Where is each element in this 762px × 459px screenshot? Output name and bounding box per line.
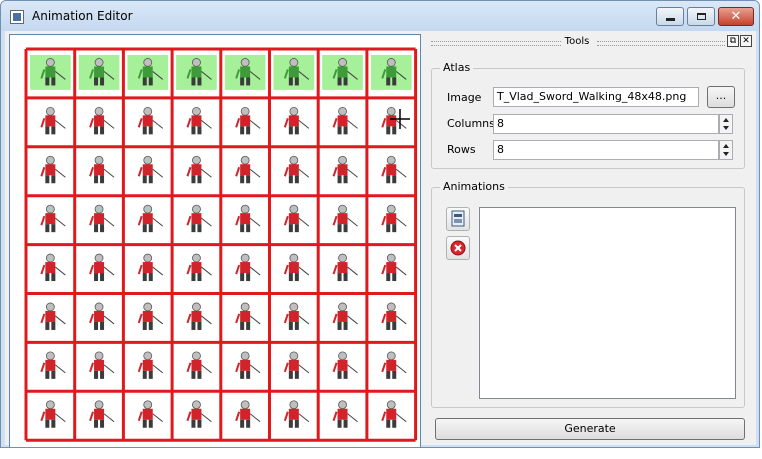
sprite-frame bbox=[89, 400, 115, 428]
sprite-frame bbox=[235, 253, 261, 282]
sprite-frame bbox=[332, 155, 358, 184]
sprite-frame bbox=[381, 400, 407, 428]
add-animation-icon bbox=[451, 210, 465, 227]
sprite-frame bbox=[186, 106, 212, 135]
sprite-frame bbox=[40, 302, 66, 330]
sprite-frame bbox=[381, 204, 407, 233]
sprite-frame bbox=[137, 204, 164, 233]
sprite-frame bbox=[332, 204, 358, 233]
float-icon: ⧉ bbox=[729, 36, 737, 46]
image-path-field[interactable]: T_Vlad_Sword_Walking_48x48.png bbox=[493, 87, 699, 107]
sprite-frame bbox=[332, 253, 358, 282]
columns-spinbox[interactable]: 8 bbox=[493, 114, 719, 134]
columns-label: Columns bbox=[447, 117, 495, 130]
columns-spin-buttons[interactable] bbox=[719, 114, 733, 134]
spin-up-icon bbox=[723, 144, 729, 148]
animation-editor-window: Animation Editor ✕ Tools ⧉ ✕ Atlas Image… bbox=[0, 0, 760, 448]
sprite-frame bbox=[40, 106, 66, 135]
spin-down-icon bbox=[723, 126, 729, 130]
sprite-atlas-canvas[interactable] bbox=[9, 34, 421, 448]
dock-close-button[interactable]: ✕ bbox=[740, 35, 752, 47]
sprite-frame bbox=[89, 351, 115, 379]
sprite-frame bbox=[186, 351, 212, 379]
rows-label: Rows bbox=[447, 143, 476, 156]
sprite-frame bbox=[235, 351, 261, 379]
sprite-frame bbox=[381, 302, 407, 330]
client-area: Tools ⧉ ✕ Atlas Image T_Vlad_Sword_Walki… bbox=[5, 31, 756, 448]
sprite-frame bbox=[40, 155, 66, 184]
sprite-frame bbox=[137, 351, 164, 379]
close-icon: ✕ bbox=[730, 9, 742, 24]
sprite-frame bbox=[283, 204, 310, 233]
sprite-frame bbox=[137, 400, 164, 428]
sprite-frame bbox=[137, 106, 164, 135]
sprite-frame bbox=[235, 155, 261, 184]
sprite-frame bbox=[235, 302, 261, 330]
image-label: Image bbox=[447, 91, 482, 104]
add-animation-button[interactable] bbox=[446, 207, 470, 231]
sprite-frame bbox=[40, 253, 66, 282]
sprite-frame bbox=[137, 155, 164, 184]
sprite-frame bbox=[235, 204, 261, 233]
maximize-button[interactable] bbox=[687, 7, 715, 26]
dock-grip-right bbox=[597, 41, 725, 46]
sprite-frame bbox=[283, 302, 310, 330]
sprite-frame bbox=[332, 106, 358, 135]
animations-list[interactable] bbox=[479, 207, 736, 399]
sprite-frame bbox=[332, 302, 358, 330]
minimize-button[interactable] bbox=[656, 7, 684, 26]
animations-group-title: Animations bbox=[440, 180, 508, 193]
sprite-frame bbox=[40, 400, 66, 428]
remove-animation-icon bbox=[450, 240, 466, 256]
sprite-frame bbox=[283, 253, 310, 282]
generate-button[interactable]: Generate bbox=[435, 418, 745, 440]
sprite-frame bbox=[186, 302, 212, 330]
remove-animation-button[interactable] bbox=[446, 236, 470, 260]
sprite-frame bbox=[381, 106, 407, 135]
sprite-frame bbox=[235, 400, 261, 428]
atlas-group-title: Atlas bbox=[440, 61, 474, 74]
maximize-icon bbox=[696, 13, 706, 20]
sprite-frame bbox=[283, 400, 310, 428]
animations-group: Animations bbox=[431, 180, 745, 408]
sprite-frame bbox=[89, 302, 115, 330]
sprite-frame bbox=[332, 351, 358, 379]
sprite-grid[interactable] bbox=[10, 35, 421, 448]
sprite-frame bbox=[381, 351, 407, 379]
rows-spinbox[interactable]: 8 bbox=[493, 140, 719, 160]
sprite-frame bbox=[332, 400, 358, 428]
sprite-frame bbox=[89, 155, 115, 184]
sprite-frame bbox=[235, 106, 261, 135]
sprite-frame bbox=[186, 400, 212, 428]
rows-spin-buttons[interactable] bbox=[719, 140, 733, 160]
sprite-frame bbox=[186, 204, 212, 233]
sprite-frame bbox=[283, 106, 310, 135]
browse-image-button[interactable]: ... bbox=[707, 86, 735, 108]
tools-dock-titlebar[interactable]: Tools ⧉ ✕ bbox=[427, 34, 752, 50]
sprite-frame bbox=[40, 204, 66, 233]
close-button[interactable]: ✕ bbox=[718, 7, 754, 26]
title-bar[interactable]: Animation Editor ✕ bbox=[1, 1, 759, 31]
minimize-icon bbox=[665, 18, 675, 21]
sprite-frame bbox=[89, 106, 115, 135]
spin-up-icon bbox=[723, 118, 729, 122]
sprite-frame bbox=[186, 253, 212, 282]
sprite-frame bbox=[89, 204, 115, 233]
sprite-frame bbox=[283, 155, 310, 184]
sprite-frame bbox=[137, 302, 164, 330]
sprite-frame bbox=[381, 155, 407, 184]
dock-float-button[interactable]: ⧉ bbox=[727, 35, 739, 47]
dock-close-icon: ✕ bbox=[742, 36, 750, 46]
spin-down-icon bbox=[723, 152, 729, 156]
sprite-frame bbox=[186, 155, 212, 184]
sprite-frame bbox=[381, 253, 407, 282]
sprite-frame bbox=[283, 351, 310, 379]
window-title: Animation Editor bbox=[32, 9, 133, 23]
app-icon bbox=[10, 10, 24, 24]
sprite-frame bbox=[40, 351, 66, 379]
sprite-frame bbox=[89, 253, 115, 282]
atlas-group: Atlas Image T_Vlad_Sword_Walking_48x48.p… bbox=[431, 61, 745, 169]
sprite-frame bbox=[137, 253, 164, 282]
